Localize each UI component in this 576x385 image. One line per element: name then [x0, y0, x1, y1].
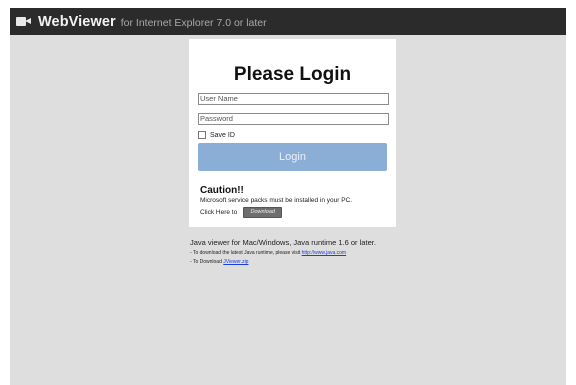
- video-camera-icon: [16, 17, 32, 26]
- username-input[interactable]: [198, 93, 389, 105]
- download-button[interactable]: Download: [243, 207, 283, 218]
- viewer-frame: WebViewer for Internet Explorer 7.0 or l…: [10, 8, 566, 385]
- java-com-link[interactable]: http://www.java.com: [302, 250, 346, 256]
- java-runtime-text: - To download the latest Java runtime, p…: [190, 250, 302, 256]
- java-info: Java viewer for Mac/Windows, Java runtim…: [190, 238, 470, 268]
- login-button[interactable]: Login: [198, 143, 387, 171]
- save-id-checkbox[interactable]: [198, 131, 206, 139]
- page-title: Please Login: [233, 64, 352, 85]
- java-runtime-line: - To download the latest Java runtime, p…: [190, 250, 470, 256]
- caution-message: Microsoft service packs must be installe…: [200, 197, 353, 204]
- save-id-label: Save ID: [210, 131, 235, 139]
- java-title: Java viewer for Mac/Windows, Java runtim…: [190, 238, 376, 247]
- save-id-row[interactable]: Save ID: [198, 131, 235, 139]
- jviewer-line: - To Download JViewer.zip: [190, 259, 470, 265]
- header-bar: WebViewer for Internet Explorer 7.0 or l…: [10, 8, 566, 35]
- password-input[interactable]: [198, 113, 389, 125]
- download-row: Click Here to Download: [200, 207, 283, 218]
- jviewer-zip-link[interactable]: JViewer.zip: [223, 259, 248, 265]
- jviewer-text: - To Download: [190, 259, 224, 265]
- brand-subtitle: for Internet Explorer 7.0 or later: [120, 16, 267, 29]
- brand-name: WebViewer: [38, 13, 116, 30]
- login-panel: Please Login Save ID Login Caution!! Mic…: [189, 39, 396, 227]
- click-here-label: Click Here to: [200, 209, 238, 216]
- caution-title: Caution!!: [200, 185, 244, 196]
